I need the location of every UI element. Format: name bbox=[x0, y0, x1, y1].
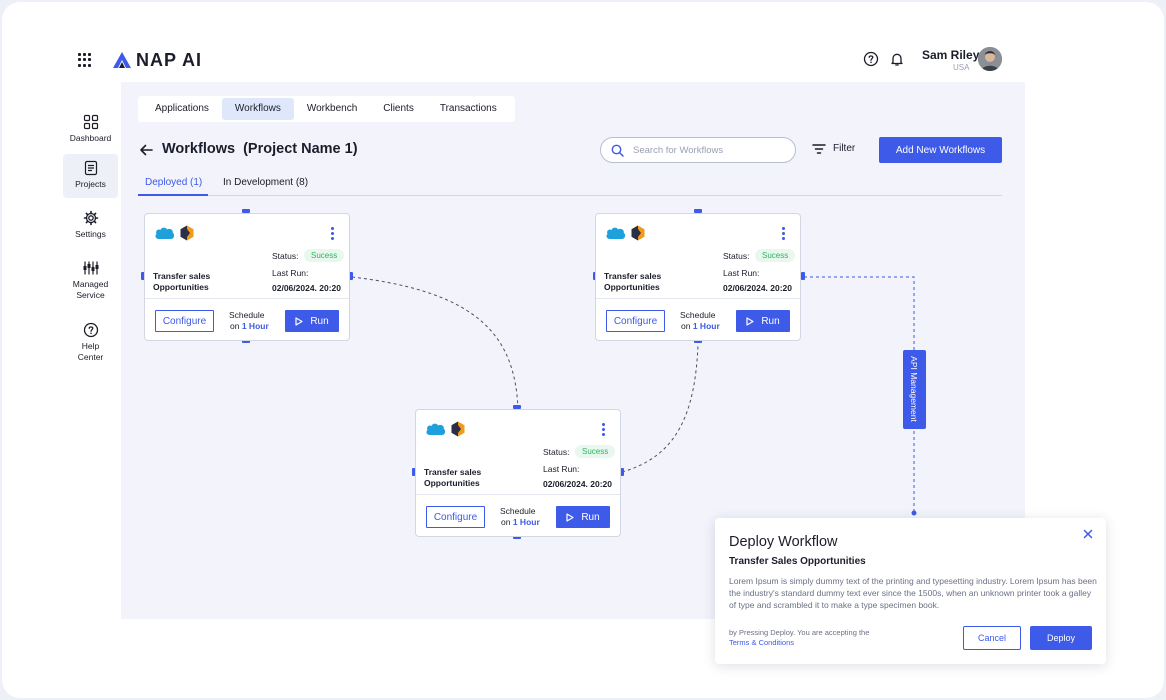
terms-link[interactable]: Terms & Conditions bbox=[729, 638, 794, 647]
schedule-info: Schedule on 1 Hour bbox=[500, 506, 540, 528]
dialog-body: Lorem Ipsum is simply dummy text of the … bbox=[729, 576, 1097, 610]
status-badge: Sucess bbox=[755, 249, 796, 262]
close-icon[interactable] bbox=[1083, 529, 1093, 539]
dialog-subtitle: Transfer Sales Opportunities bbox=[729, 556, 866, 567]
status-label: Status: bbox=[272, 251, 299, 261]
workflow-name: Transfer sales Opportunities bbox=[424, 467, 482, 488]
play-icon bbox=[566, 512, 574, 522]
more-options-icon[interactable] bbox=[602, 423, 606, 436]
mulesoft-icon bbox=[451, 421, 465, 437]
play-icon bbox=[295, 316, 303, 326]
run-button[interactable]: Run bbox=[285, 310, 339, 332]
more-options-icon[interactable] bbox=[782, 227, 786, 240]
play-icon bbox=[746, 316, 754, 326]
deploy-workflow-dialog: Deploy Workflow Transfer Sales Opportuni… bbox=[715, 518, 1106, 664]
last-run-label: Last Run: bbox=[723, 268, 760, 278]
connector-wire bbox=[621, 344, 699, 473]
last-run-label: Last Run: bbox=[543, 464, 580, 474]
last-run-value: 02/06/2024. 20:20 bbox=[272, 283, 342, 293]
card-divider bbox=[145, 298, 349, 299]
workflow-name: Transfer sales Opportunities bbox=[153, 271, 211, 292]
schedule-value: 1 Hour bbox=[241, 321, 269, 331]
last-run-label: Last Run: bbox=[272, 268, 309, 278]
schedule-prefix: on bbox=[681, 321, 691, 331]
deploy-button[interactable]: Deploy bbox=[1030, 626, 1092, 650]
schedule-label: Schedule bbox=[680, 310, 716, 320]
card-divider bbox=[416, 494, 620, 495]
configure-button[interactable]: Configure bbox=[426, 506, 485, 528]
configure-button[interactable]: Configure bbox=[155, 310, 214, 332]
terms-notice: by Pressing Deploy. You are accepting th… bbox=[729, 628, 889, 648]
run-button[interactable]: Run bbox=[556, 506, 610, 528]
mulesoft-icon bbox=[180, 225, 194, 241]
status-label: Status: bbox=[723, 251, 750, 261]
salesforce-icon bbox=[606, 227, 626, 239]
schedule-value: 1 Hour bbox=[512, 517, 540, 527]
api-management-tag[interactable]: API Management bbox=[903, 350, 926, 429]
workflow-card[interactable]: Status: Sucess Transfer sales Opportunit… bbox=[144, 213, 350, 341]
connector-wire bbox=[351, 276, 519, 410]
schedule-info: Schedule on 1 Hour bbox=[680, 310, 720, 332]
status-badge: Sucess bbox=[304, 249, 345, 262]
salesforce-icon bbox=[155, 227, 175, 239]
mulesoft-icon bbox=[631, 225, 645, 241]
last-run-value: 02/06/2024. 20:20 bbox=[723, 283, 793, 293]
schedule-label: Schedule bbox=[500, 506, 536, 516]
workflow-name: Transfer sales Opportunities bbox=[604, 271, 662, 292]
schedule-prefix: on bbox=[501, 517, 511, 527]
schedule-info: Schedule on 1 Hour bbox=[229, 310, 269, 332]
more-options-icon[interactable] bbox=[331, 227, 335, 240]
salesforce-icon bbox=[426, 423, 446, 435]
schedule-prefix: on bbox=[230, 321, 240, 331]
workflow-card[interactable]: Status: Sucess Transfer sales Opportunit… bbox=[415, 409, 621, 537]
terms-prefix: by Pressing Deploy. You are accepting th… bbox=[729, 628, 870, 637]
status-badge: Sucess bbox=[575, 445, 616, 458]
card-divider bbox=[596, 298, 800, 299]
schedule-label: Schedule bbox=[229, 310, 265, 320]
run-label: Run bbox=[581, 511, 600, 523]
workflow-card[interactable]: Status: Sucess Transfer sales Opportunit… bbox=[595, 213, 801, 341]
run-label: Run bbox=[310, 315, 329, 327]
configure-button[interactable]: Configure bbox=[606, 310, 665, 332]
schedule-value: 1 Hour bbox=[692, 321, 720, 331]
dialog-title: Deploy Workflow bbox=[729, 534, 838, 550]
api-management-label: API Management bbox=[909, 356, 919, 422]
run-button[interactable]: Run bbox=[736, 310, 790, 332]
run-label: Run bbox=[761, 315, 780, 327]
last-run-value: 02/06/2024. 20:20 bbox=[543, 479, 613, 489]
cancel-button[interactable]: Cancel bbox=[963, 626, 1021, 650]
connector-wire bbox=[804, 276, 915, 513]
status-label: Status: bbox=[543, 447, 570, 457]
